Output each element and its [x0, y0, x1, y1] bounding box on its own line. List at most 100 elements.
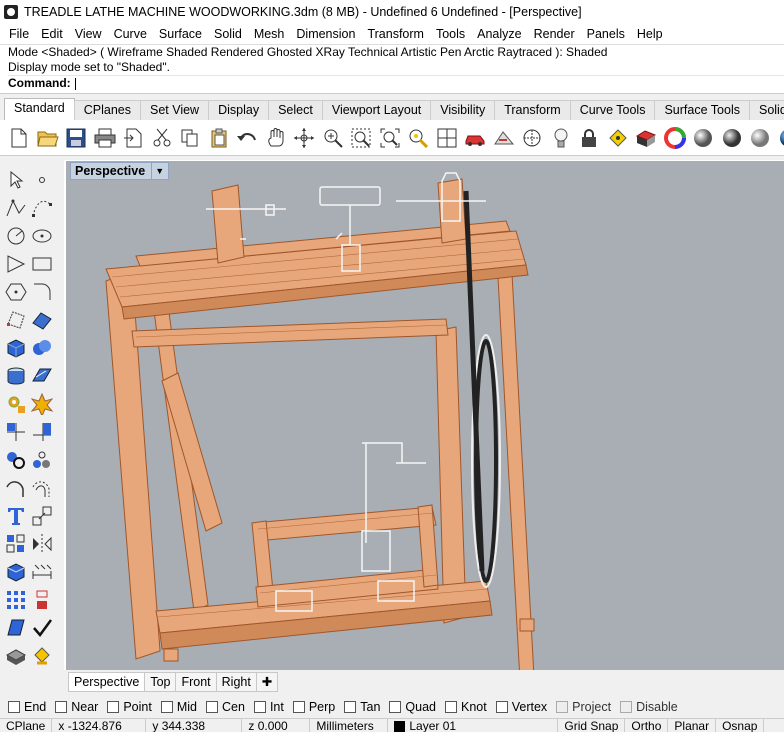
osnap-checkbox[interactable]: [556, 701, 569, 713]
pan-icon[interactable]: [265, 127, 287, 149]
color-wheel-icon[interactable]: [663, 126, 686, 149]
curve-points-icon[interactable]: [30, 196, 54, 220]
status-cplane[interactable]: CPlane: [0, 719, 53, 732]
osnap-point[interactable]: Point: [107, 700, 152, 714]
add-view-icon[interactable]: ✚: [255, 672, 279, 692]
tab-surface-tools[interactable]: Surface Tools: [654, 100, 750, 120]
extrude-surface-icon[interactable]: [30, 364, 54, 388]
surface-analysis-icon[interactable]: [4, 616, 28, 640]
osnap-checkbox[interactable]: [160, 701, 173, 713]
osnap-cen[interactable]: Cen: [206, 700, 245, 714]
check-icon[interactable]: [30, 616, 54, 640]
osnap-vertex[interactable]: Vertex: [495, 700, 547, 714]
menu-view[interactable]: View: [69, 27, 108, 41]
status-osnap[interactable]: Osnap: [716, 719, 765, 732]
menu-mesh[interactable]: Mesh: [248, 27, 291, 41]
menu-surface[interactable]: Surface: [153, 27, 208, 41]
new-icon[interactable]: [8, 127, 30, 149]
osnap-checkbox[interactable]: [8, 701, 20, 713]
osnap-disable[interactable]: Disable: [620, 700, 678, 714]
tab-visibility[interactable]: Visibility: [430, 100, 496, 120]
menu-help[interactable]: Help: [631, 27, 669, 41]
viewtab-right[interactable]: Right: [215, 672, 257, 692]
tab-set-view[interactable]: Set View: [139, 100, 210, 120]
tab-select[interactable]: Select: [268, 100, 323, 120]
tab-cplanes[interactable]: CPlanes: [73, 100, 141, 120]
import-icon[interactable]: [122, 127, 144, 149]
offset-curve-icon[interactable]: [30, 476, 54, 500]
surface-points-icon[interactable]: [4, 308, 28, 332]
osnap-project[interactable]: Project: [556, 700, 611, 714]
zoom-window-icon[interactable]: [350, 127, 372, 149]
car-object-icon[interactable]: [464, 127, 486, 149]
osnap-checkbox[interactable]: [445, 701, 457, 713]
osnap-end[interactable]: End: [8, 700, 46, 714]
trim-icon[interactable]: [4, 420, 28, 444]
rendered-sphere-icon[interactable]: [749, 127, 771, 149]
show-hide-icon[interactable]: [607, 127, 629, 149]
command-input-caret[interactable]: [74, 77, 76, 90]
undo-icon[interactable]: [236, 127, 258, 149]
viewport-menu-dropdown-icon[interactable]: ▼: [151, 163, 164, 179]
menu-render[interactable]: Render: [528, 27, 581, 41]
menu-curve[interactable]: Curve: [108, 27, 153, 41]
four-viewports-icon[interactable]: [436, 127, 458, 149]
render-object-icon[interactable]: [4, 644, 28, 668]
light-icon[interactable]: [550, 127, 572, 149]
point-icon[interactable]: [30, 168, 54, 192]
split-icon[interactable]: [30, 420, 54, 444]
rectangle-icon[interactable]: [30, 252, 54, 276]
open-icon[interactable]: [36, 127, 59, 149]
named-views-icon[interactable]: [493, 127, 515, 149]
osnap-checkbox[interactable]: [253, 701, 266, 713]
cylinder-icon[interactable]: [4, 364, 28, 388]
render-sphere-icon[interactable]: [692, 127, 714, 149]
osnap-checkbox[interactable]: [292, 701, 305, 713]
osnap-mid[interactable]: Mid: [160, 700, 197, 714]
text-icon[interactable]: [4, 504, 28, 528]
status-units[interactable]: Millimeters: [310, 719, 389, 732]
perspective-viewport[interactable]: Perspective ▼: [64, 160, 784, 670]
osnap-checkbox[interactable]: [344, 701, 357, 713]
arc-icon[interactable]: [4, 252, 28, 276]
paint-bucket-icon[interactable]: [30, 644, 54, 668]
menu-tools[interactable]: Tools: [430, 27, 471, 41]
dimension-icon[interactable]: [30, 560, 54, 584]
viewtab-top[interactable]: Top: [144, 672, 177, 692]
cut-icon[interactable]: [151, 127, 173, 149]
tab-curve-tools[interactable]: Curve Tools: [569, 100, 656, 120]
menu-panels[interactable]: Panels: [581, 27, 631, 41]
block-icon[interactable]: [30, 588, 54, 612]
status-ortho[interactable]: Ortho: [625, 719, 669, 732]
status-grid-snap[interactable]: Grid Snap: [558, 719, 626, 732]
paste-icon[interactable]: [208, 127, 230, 149]
rotate-view-icon[interactable]: [293, 127, 315, 149]
tab-display[interactable]: Display: [208, 100, 270, 120]
menu-edit[interactable]: Edit: [35, 27, 69, 41]
tab-transform[interactable]: Transform: [494, 100, 571, 120]
menu-analyze[interactable]: Analyze: [471, 27, 527, 41]
osnap-checkbox[interactable]: [495, 701, 508, 713]
tab-standard[interactable]: Standard: [4, 98, 75, 120]
osnap-checkbox[interactable]: [389, 701, 402, 713]
tab-solid-tools[interactable]: Solid To: [748, 100, 784, 120]
cplane-icon[interactable]: [521, 127, 543, 149]
menu-solid[interactable]: Solid: [208, 27, 248, 41]
curve-fillet-icon[interactable]: [4, 476, 28, 500]
status-planar[interactable]: Planar: [668, 719, 717, 732]
boolean-union-icon[interactable]: [30, 336, 54, 360]
surface-edge-icon[interactable]: [30, 308, 54, 332]
blue-sphere-icon[interactable]: [778, 127, 784, 149]
materials-icon[interactable]: [635, 127, 657, 149]
group-icon[interactable]: [4, 448, 28, 472]
circle-icon[interactable]: [4, 224, 28, 248]
osnap-int[interactable]: Int: [253, 700, 284, 714]
zoom-extents-icon[interactable]: [379, 127, 401, 149]
shaded-sphere-icon[interactable]: [721, 127, 743, 149]
lock-icon[interactable]: [578, 127, 600, 149]
osnap-quad[interactable]: Quad: [389, 700, 436, 714]
osnap-tan[interactable]: Tan: [344, 700, 380, 714]
copy-icon[interactable]: [179, 127, 201, 149]
fillet-curve-icon[interactable]: [30, 280, 54, 304]
status-layer[interactable]: Layer 01: [388, 719, 559, 732]
